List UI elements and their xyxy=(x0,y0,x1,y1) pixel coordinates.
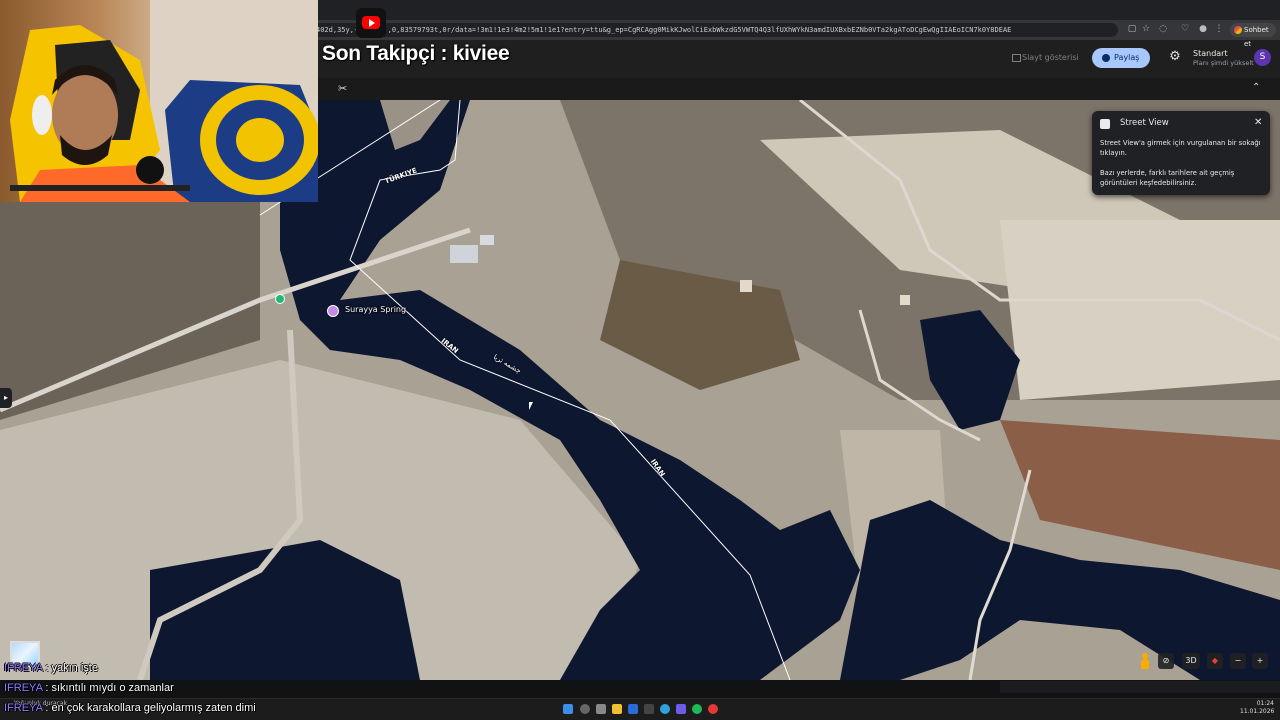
extension-icon[interactable]: ▢ xyxy=(1127,24,1137,34)
map-footer-bar xyxy=(1000,681,1280,693)
address-bar[interactable]: 402d,35y,-4.58...,0,83579793t,0r/data=!3… xyxy=(312,23,1118,37)
street-view-instructions: Street View'a girmek için vurgulanan bir… xyxy=(1100,139,1261,157)
steam-icon[interactable] xyxy=(628,704,638,714)
slideshow-button[interactable]: Slayt gösterisi xyxy=(1006,48,1082,68)
search-icon[interactable] xyxy=(580,704,590,714)
street-view-history-note: Bazı yerlerde, farklı tarihlere ait geçm… xyxy=(1100,169,1235,187)
close-icon[interactable]: ✕ xyxy=(1254,117,1262,128)
chevron-up-icon[interactable]: ⌃ xyxy=(1252,82,1264,94)
chat-message: IFREYA : en çok karakollara geliyolarmış… xyxy=(4,702,256,714)
chat-message: IFREYA : yakın işte xyxy=(4,662,98,674)
expand-side-panel-button[interactable]: ▸ xyxy=(0,388,12,408)
webcam-feed xyxy=(0,0,318,202)
plan-title[interactable]: Standart xyxy=(1193,49,1228,58)
gear-icon[interactable]: ⚙ xyxy=(1168,50,1182,64)
overlay-last-follower: Son Takipçi : kiviee xyxy=(322,42,510,65)
star-icon[interactable]: ☆ xyxy=(1141,24,1151,34)
place-label[interactable]: Surayya Spring xyxy=(345,305,406,314)
gemini-chat-button[interactable]: Sohbet et xyxy=(1230,23,1276,48)
avatar[interactable]: S xyxy=(1254,49,1271,66)
chat-message: IFREYA : sıkıntılı mıydı o zamanlar xyxy=(4,682,174,694)
bookmarks-icon[interactable]: ♡ xyxy=(1180,24,1190,34)
menu-icon[interactable]: ⋮ xyxy=(1214,24,1224,34)
location-pin-icon[interactable] xyxy=(275,294,285,304)
edge-icon[interactable] xyxy=(660,704,670,714)
plan-upgrade-link[interactable]: Planı şimdi yükselt xyxy=(1193,59,1254,67)
place-pin-icon[interactable] xyxy=(327,305,339,317)
start-menu-icon[interactable] xyxy=(563,704,573,714)
mouse-cursor-icon xyxy=(529,402,537,410)
3d-toggle-button[interactable]: 3D xyxy=(1182,653,1200,669)
spotify-icon[interactable] xyxy=(692,704,702,714)
file-explorer-icon[interactable] xyxy=(612,704,622,714)
profile-icon[interactable]: ● xyxy=(1198,24,1208,34)
rotate-icon[interactable]: ⊘ xyxy=(1158,653,1174,669)
zoom-out-button[interactable]: − xyxy=(1230,653,1246,669)
taskbar-clock[interactable]: 01:24 11.01.2026 xyxy=(1240,700,1274,716)
record-icon[interactable] xyxy=(708,704,718,714)
share-button[interactable]: Paylaş xyxy=(1092,48,1150,68)
street-view-icon xyxy=(1100,119,1110,129)
street-view-title: Street View xyxy=(1120,118,1169,128)
task-view-icon[interactable] xyxy=(596,704,606,714)
compass-icon[interactable]: ◆ xyxy=(1207,653,1223,669)
measure-tools-icon[interactable]: ✂ xyxy=(338,83,350,95)
extensions-puzzle-icon[interactable]: ◌ xyxy=(1158,24,1168,34)
app-icon[interactable] xyxy=(644,704,654,714)
zoom-in-button[interactable]: + xyxy=(1252,653,1268,669)
youtube-logo xyxy=(356,8,386,38)
app-icon[interactable] xyxy=(676,704,686,714)
street-view-panel: Street View ✕ Street View'a girmek için … xyxy=(1092,111,1270,195)
pegman-icon[interactable] xyxy=(1139,652,1151,670)
